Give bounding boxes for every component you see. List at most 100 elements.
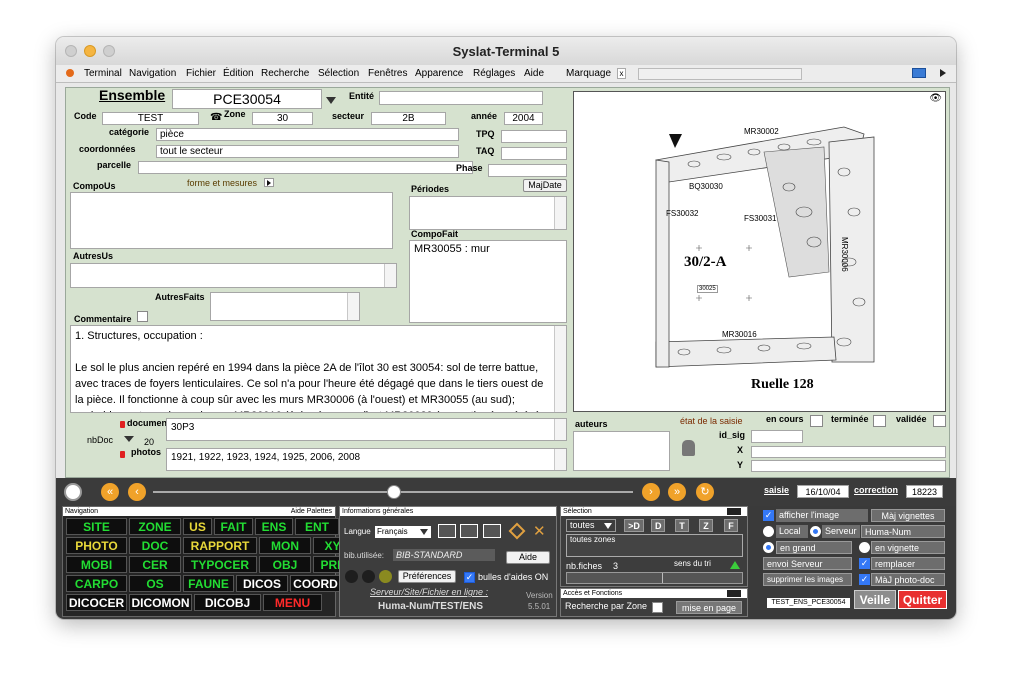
- nav-button-coord[interactable]: COORD: [290, 575, 341, 592]
- compofait-field[interactable]: MR30055 : mur: [409, 240, 567, 323]
- autresus-scrollbar[interactable]: [384, 264, 396, 287]
- afficher-image-checkbox[interactable]: ✓: [763, 510, 774, 521]
- envoi-serveur-button[interactable]: envoi Serveur: [763, 557, 852, 570]
- collapse-icon[interactable]: ✕: [533, 522, 546, 540]
- majdate-button[interactable]: MajDate: [523, 179, 567, 192]
- toutes-zones-item[interactable]: toutes zones: [570, 535, 615, 544]
- nav-button-zone[interactable]: ZONE: [129, 518, 181, 535]
- idsig-field[interactable]: [751, 430, 803, 443]
- move-icon[interactable]: [508, 522, 526, 540]
- mise-en-page-button[interactable]: mise en page: [676, 601, 742, 614]
- plan-image[interactable]: 👁 MR30002 BQ30030 FS30032 FS30031 30/2-A…: [573, 91, 946, 412]
- autresus-field[interactable]: [70, 263, 397, 288]
- ensemble-field[interactable]: PCE30054: [172, 89, 322, 109]
- menu-navigation[interactable]: Navigation: [129, 68, 176, 79]
- nav-button-dicobj[interactable]: DICOBJ: [194, 594, 261, 611]
- eye-icon[interactable]: 👁: [929, 93, 942, 104]
- commentaire-field[interactable]: 1. Structures, occupation : Le sol le pl…: [70, 325, 567, 413]
- menu-apparence[interactable]: Apparence: [415, 68, 463, 79]
- huma-num-field[interactable]: Huma-Num: [861, 525, 945, 538]
- nav-button-mobi[interactable]: MOBI: [66, 556, 127, 573]
- serveur-radio[interactable]: [810, 526, 821, 537]
- sort-ascending-icon[interactable]: [730, 561, 740, 569]
- record-slider-thumb[interactable]: [387, 485, 401, 499]
- autresfaits-scrollbar[interactable]: [347, 293, 359, 320]
- tpq-field[interactable]: [501, 130, 567, 143]
- sel-btn-t[interactable]: T: [675, 519, 689, 532]
- nav-button-cer[interactable]: CER: [129, 556, 181, 573]
- recherche-zone-checkbox[interactable]: [652, 602, 663, 613]
- compous-field[interactable]: [70, 192, 393, 249]
- window-stack-icon[interactable]: [460, 524, 478, 538]
- menu-selection[interactable]: Sélection: [318, 68, 359, 79]
- bib-field[interactable]: BIB-STANDARD: [393, 549, 495, 561]
- maj-vignettes-button[interactable]: Màj vignettes: [871, 509, 945, 522]
- menu-fenetres[interactable]: Fenêtres: [368, 68, 407, 79]
- saisie-field[interactable]: 16/10/04: [797, 485, 849, 498]
- commentaire-checkbox[interactable]: [137, 311, 148, 322]
- annee-field[interactable]: 2004: [504, 112, 543, 125]
- envignette-radio[interactable]: [859, 542, 870, 553]
- serveur-link[interactable]: Serveur/Site/Fichier en ligne :: [370, 587, 488, 597]
- nav-button-typocer[interactable]: TYPOCER: [183, 556, 257, 573]
- marquage-clear-button[interactable]: x: [617, 68, 626, 79]
- photos-field[interactable]: 1921, 1922, 1923, 1924, 1925, 2006, 2008: [166, 448, 567, 471]
- taq-field[interactable]: [501, 147, 567, 160]
- menu-edition[interactable]: Édition: [223, 68, 254, 79]
- nav-button-obj[interactable]: OBJ: [259, 556, 311, 573]
- veille-button[interactable]: Veille: [854, 590, 896, 609]
- code-field[interactable]: TEST: [102, 112, 199, 125]
- refresh-icon[interactable]: ↻: [696, 483, 714, 501]
- nav-button-rapport[interactable]: RAPPORT: [183, 537, 257, 554]
- documents-field[interactable]: 30P3: [166, 418, 567, 441]
- palette-expand-icon[interactable]: [727, 508, 741, 515]
- user-icon[interactable]: [682, 440, 695, 456]
- nav-button-doc[interactable]: DOC: [129, 537, 181, 554]
- entite-field[interactable]: [379, 91, 543, 105]
- nav-button-us[interactable]: US: [183, 518, 212, 535]
- sel-btn-goto-d[interactable]: >D: [624, 519, 644, 532]
- nav-button-dicos[interactable]: DICOS: [236, 575, 288, 592]
- palette-expand-icon[interactable]: [727, 590, 741, 597]
- nav-button-ens[interactable]: ENS: [255, 518, 293, 535]
- nav-button-fait[interactable]: FAIT: [214, 518, 253, 535]
- nav-button-site[interactable]: SITE: [66, 518, 127, 535]
- nav-button-carpo[interactable]: CARPO: [66, 575, 127, 592]
- zones-list[interactable]: toutes zones: [566, 534, 743, 557]
- menu-fichier[interactable]: Fichier: [186, 68, 216, 79]
- toutes-select[interactable]: toutes: [566, 519, 616, 532]
- coordonnees-field[interactable]: tout le secteur: [156, 145, 459, 158]
- image-window-icon[interactable]: [483, 524, 501, 538]
- local-radio[interactable]: [763, 526, 774, 537]
- secteur-field[interactable]: 2B: [371, 112, 446, 125]
- first-record-button[interactable]: «: [101, 483, 119, 501]
- phase-field[interactable]: [488, 164, 567, 177]
- categorie-field[interactable]: pièce: [156, 128, 459, 141]
- nav-button-os[interactable]: OS: [129, 575, 181, 592]
- zone-field[interactable]: 30: [252, 112, 313, 125]
- sel-btn-d[interactable]: D: [651, 519, 665, 532]
- periodes-field[interactable]: [409, 196, 567, 230]
- nav-button-ent[interactable]: ENT: [295, 518, 339, 535]
- nav-button-photo[interactable]: PHOTO: [66, 537, 127, 554]
- play-icon[interactable]: [940, 69, 946, 77]
- correction-field[interactable]: 18223: [906, 485, 943, 498]
- screen-icon[interactable]: [912, 68, 926, 78]
- chevron-down-icon[interactable]: [326, 97, 336, 104]
- marquage-field[interactable]: [638, 68, 802, 80]
- clock-icon[interactable]: [64, 483, 82, 501]
- menu-recherche[interactable]: Recherche: [261, 68, 309, 79]
- remplacer-checkbox[interactable]: ✓: [859, 558, 870, 569]
- last-record-button[interactable]: »: [668, 483, 686, 501]
- photos-scrollbar[interactable]: [554, 449, 566, 470]
- aide-palettes-link[interactable]: Aide Palettes: [291, 507, 332, 516]
- bulles-checkbox[interactable]: ✓: [464, 572, 475, 583]
- nav-button-menu[interactable]: MENU: [263, 594, 322, 611]
- langue-select[interactable]: Français: [375, 526, 431, 538]
- sel-btn-z[interactable]: Z: [699, 519, 713, 532]
- chevron-down-icon[interactable]: [124, 436, 134, 442]
- next-record-button[interactable]: ›: [642, 483, 660, 501]
- terminee-checkbox[interactable]: [873, 415, 886, 427]
- periodes-scrollbar[interactable]: [554, 197, 566, 229]
- quitter-button[interactable]: Quitter: [898, 590, 947, 609]
